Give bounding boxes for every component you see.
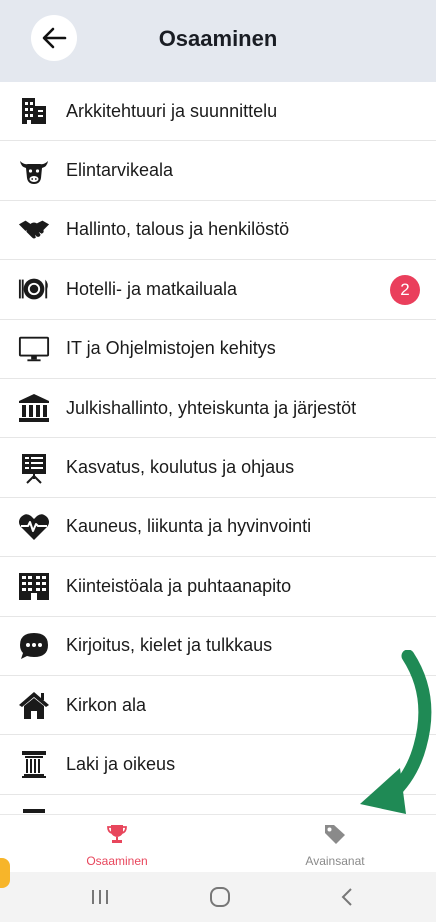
list-item-label: Laki ja oikeus	[66, 753, 176, 774]
system-back-button[interactable]	[332, 884, 362, 910]
list-item-label: Julkishallinto, yhteiskunta ja järjestöt	[66, 397, 357, 418]
decorative-corner	[0, 858, 10, 888]
list-item[interactable]: Hallinto, talous ja henkilöstö	[0, 200, 436, 261]
list-item-label: Kirkon ala	[66, 694, 147, 715]
system-navigation-bar	[0, 872, 436, 922]
office-building-icon	[18, 570, 50, 602]
list-item-label: Kasvatus, koulutus ja ohjaus	[66, 457, 295, 478]
list-item[interactable]: Elintarvikeala	[0, 141, 436, 201]
chat-bubble-icon	[18, 630, 50, 662]
monitor-icon	[18, 333, 50, 365]
app-header: Osaaminen	[0, 0, 436, 82]
list-item[interactable]: Kiinteistöala ja puhtaanapito	[0, 557, 436, 617]
column-icon	[18, 748, 50, 780]
tab-label: Osaaminen	[86, 854, 148, 868]
list-item[interactable]: Julkishallinto, yhteiskunta ja järjestöt	[0, 378, 436, 439]
list-item[interactable]: Laki ja oikeus	[0, 735, 436, 795]
plate-cutlery-icon	[18, 273, 50, 305]
building-icon	[18, 95, 50, 127]
heartbeat-icon	[18, 511, 50, 543]
list-item-label: Hotelli- ja matkailuala	[66, 278, 238, 299]
list-item[interactable]: Hotelli- ja matkailuala 2	[0, 260, 436, 320]
recent-apps-button[interactable]	[85, 884, 115, 910]
house-icon	[18, 689, 50, 721]
list-item-label: Elintarvikeala	[66, 160, 174, 181]
tab-label: Avainsanat	[305, 854, 365, 868]
list-item[interactable]: Kirjoitus, kielet ja tulkkaus	[0, 616, 436, 676]
list-item-label: Kauneus, liikunta ja hyvinvointi	[66, 516, 312, 537]
list-item[interactable]: Kauneus, liikunta ja hyvinvointi	[0, 497, 436, 558]
list-item[interactable]: Kasvatus, koulutus ja ohjaus	[0, 438, 436, 498]
page-title: Osaaminen	[158, 26, 278, 51]
chevron-left-icon	[341, 888, 352, 906]
handshake-icon	[18, 214, 50, 246]
count-badge: 2	[390, 275, 420, 306]
list-item-partial[interactable]	[0, 794, 436, 814]
list-item-label: Kirjoitus, kielet ja tulkkaus	[66, 635, 273, 656]
presentation-board-icon	[18, 452, 50, 484]
tag-icon	[325, 825, 345, 844]
tab-osaaminen[interactable]: Osaaminen	[42, 823, 192, 868]
recent-apps-icon	[92, 890, 108, 904]
list-item-label: Kiinteistöala ja puhtaanapito	[66, 575, 292, 596]
tab-avainsanat[interactable]: Avainsanat	[260, 823, 410, 868]
institution-icon	[18, 392, 50, 424]
list-item[interactable]: Kirkon ala	[0, 675, 436, 736]
trophy-icon	[107, 825, 127, 843]
home-circle-icon	[210, 887, 230, 907]
category-list: Arkkitehtuuri ja suunnittelu Elintarvike…	[0, 82, 436, 814]
list-item-label: Hallinto, talous ja henkilöstö	[66, 219, 290, 240]
bottom-navigation: Osaaminen Avainsanat	[0, 814, 436, 872]
list-item[interactable]: Arkkitehtuuri ja suunnittelu	[0, 82, 436, 142]
home-button[interactable]	[205, 884, 235, 910]
list-item-label: Arkkitehtuuri ja suunnittelu	[66, 100, 278, 121]
list-item[interactable]: IT ja Ohjelmistojen kehitys	[0, 319, 436, 379]
cow-icon	[18, 155, 50, 187]
list-item-label: IT ja Ohjelmistojen kehitys	[66, 338, 276, 359]
